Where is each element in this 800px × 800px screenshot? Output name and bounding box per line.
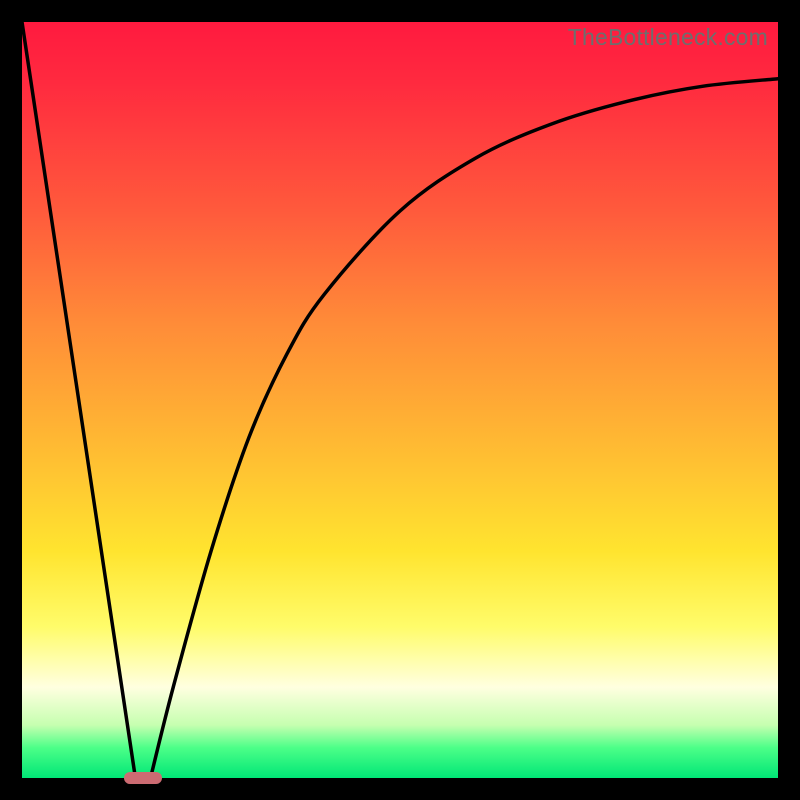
chart-frame: TheBottleneck.com xyxy=(0,0,800,800)
bottleneck-marker xyxy=(124,772,162,784)
curve-right-arm xyxy=(151,79,779,778)
chart-curves xyxy=(22,22,778,778)
curve-left-arm xyxy=(22,22,135,778)
chart-plot-area: TheBottleneck.com xyxy=(22,22,778,778)
